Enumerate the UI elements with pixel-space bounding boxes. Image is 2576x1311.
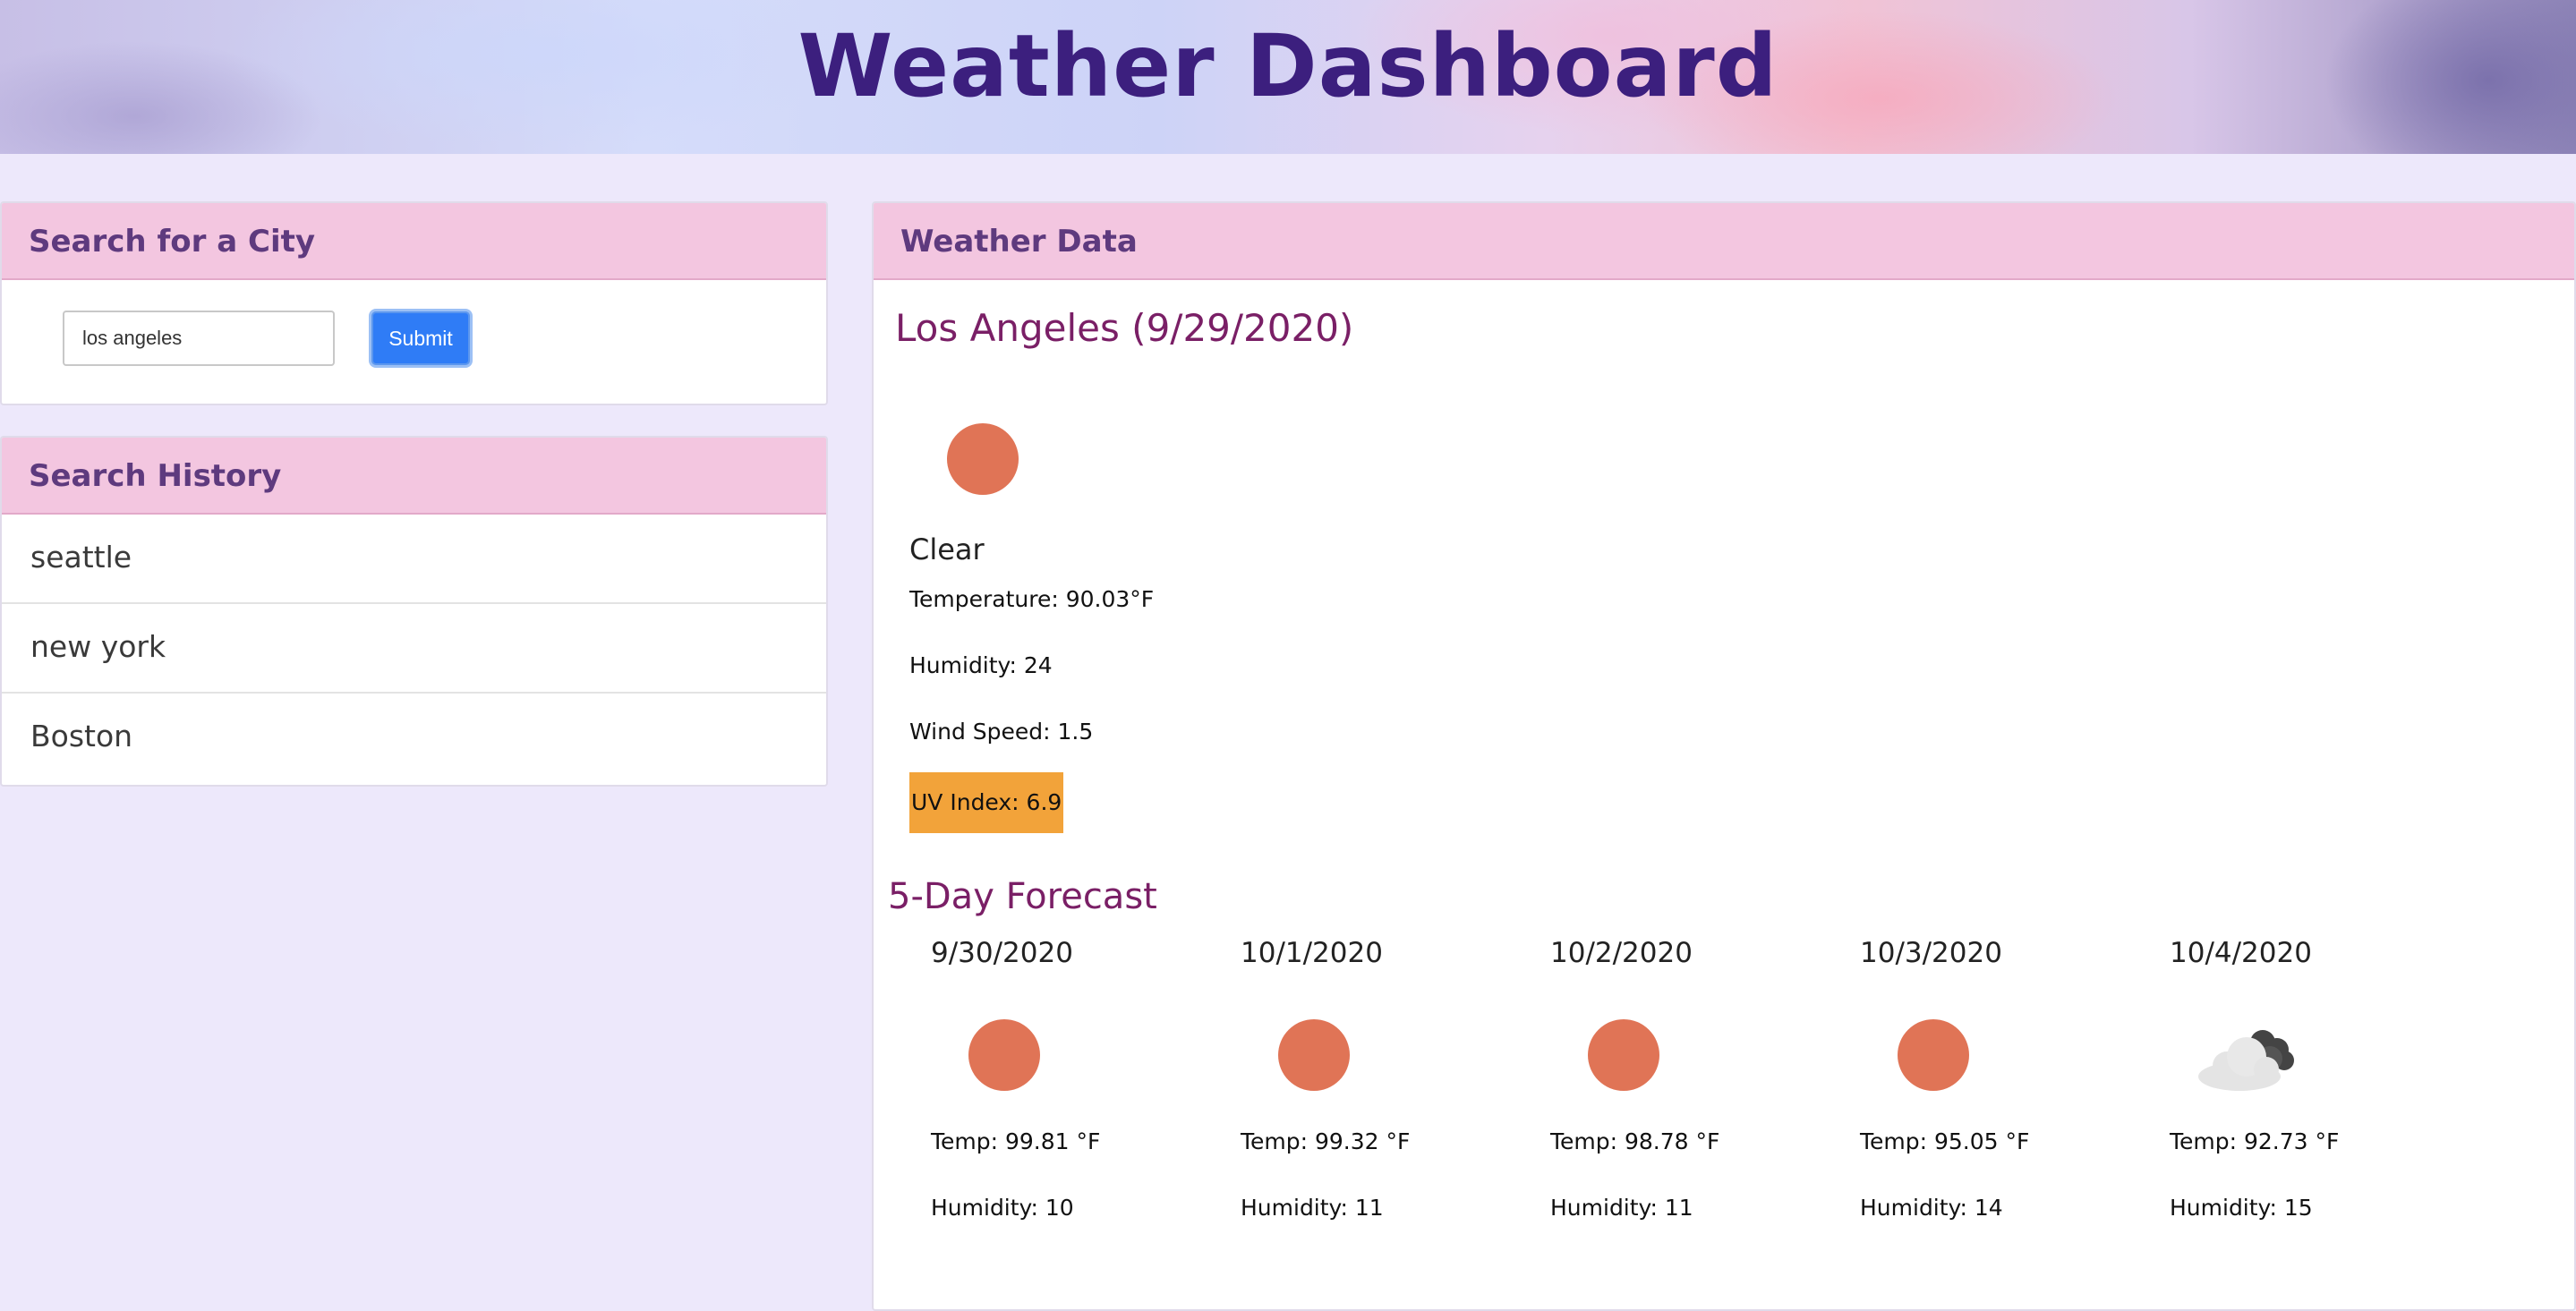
forecast-humidity: Humidity: 15: [2170, 1195, 2313, 1221]
sun-icon: [1278, 1019, 1350, 1091]
history-item-seattle[interactable]: seattle: [2, 515, 826, 604]
forecast-humidity: Humidity: 11: [1241, 1195, 1384, 1221]
forecast-date: 10/1/2020: [1241, 937, 1383, 969]
forecast-date: 10/2/2020: [1550, 937, 1693, 969]
forecast-temp: Temp: 92.73 °F: [2170, 1128, 2340, 1154]
sun-icon: [947, 423, 1019, 495]
forecast-temp: Temp: 99.32 °F: [1241, 1128, 1411, 1154]
current-wind-speed: Wind Speed: 1.5: [909, 719, 1094, 745]
city-search-input[interactable]: [63, 311, 335, 366]
page-title: Weather Dashboard: [798, 16, 1778, 116]
search-card: Search for a City Submit: [0, 201, 828, 405]
submit-button[interactable]: Submit: [369, 309, 473, 368]
sun-icon: [1588, 1019, 1659, 1091]
forecast-temp: Temp: 99.81 °F: [931, 1128, 1101, 1154]
weather-description: Clear: [909, 532, 985, 566]
search-history-card: Search History seattle new york Boston: [0, 436, 828, 787]
forecast-date: 10/3/2020: [1860, 937, 2002, 969]
forecast-heading: 5-Day Forecast: [888, 876, 1157, 917]
forecast-day: 10/3/2020 Temp: 95.05 °F Humidity: 14: [1860, 937, 2128, 1295]
forecast-temp: Temp: 98.78 °F: [1550, 1128, 1720, 1154]
forecast-date: 9/30/2020: [931, 937, 1073, 969]
search-history-list: seattle new york Boston: [2, 515, 826, 783]
search-card-title: Search for a City: [2, 203, 826, 280]
weather-data-title: Weather Data: [874, 203, 2574, 280]
uv-index-badge: UV Index: 6.9: [909, 772, 1064, 833]
sun-icon: [1898, 1019, 1969, 1091]
forecast-humidity: Humidity: 11: [1550, 1195, 1693, 1221]
forecast-humidity: Humidity: 14: [1860, 1195, 2003, 1221]
weather-data-card: Weather Data Los Angeles (9/29/2020) Cle…: [872, 201, 2576, 1311]
current-humidity: Humidity: 24: [909, 652, 1053, 678]
sun-icon: [968, 1019, 1040, 1091]
forecast-temp: Temp: 95.05 °F: [1860, 1128, 2030, 1154]
history-item-boston[interactable]: Boston: [2, 694, 826, 783]
current-city-heading: Los Angeles (9/29/2020): [895, 306, 1354, 350]
history-item-new-york[interactable]: new york: [2, 604, 826, 694]
forecast-date: 10/4/2020: [2170, 937, 2312, 969]
forecast-humidity: Humidity: 10: [931, 1195, 1074, 1221]
current-temperature: Temperature: 90.03°F: [909, 586, 1155, 612]
forecast-day: 10/2/2020 Temp: 98.78 °F Humidity: 11: [1550, 937, 1819, 1295]
forecast-day: 10/4/2020 Temp: 92.73 °F Humidity: 15: [2170, 937, 2438, 1295]
search-history-title: Search History: [2, 438, 826, 515]
cloud-icon: [2198, 1030, 2294, 1091]
header-banner: Weather Dashboard: [0, 0, 2576, 154]
forecast-day: 10/1/2020 Temp: 99.32 °F Humidity: 11: [1241, 937, 1509, 1295]
forecast-day: 9/30/2020 Temp: 99.81 °F Humidity: 10: [931, 937, 1199, 1295]
